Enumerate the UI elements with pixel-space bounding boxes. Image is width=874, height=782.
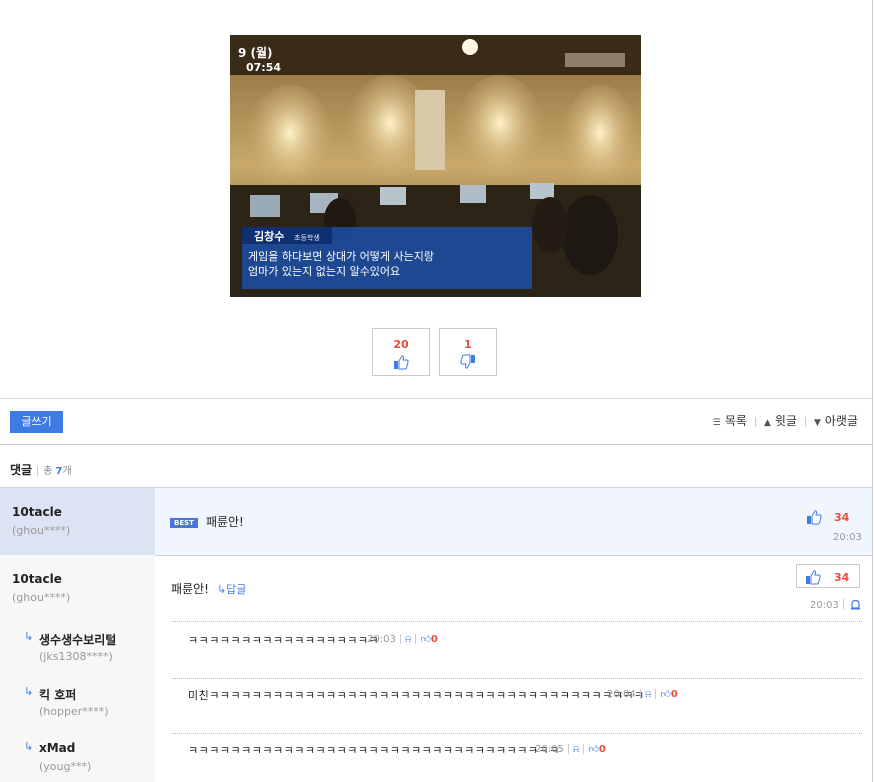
reply-time: 20:04 bbox=[607, 689, 636, 700]
comment-text: 패륜안! bbox=[171, 582, 209, 596]
comment-author-cell: 10tacle (ghou****) bbox=[0, 488, 155, 555]
reply-time: 20:03 bbox=[367, 634, 396, 645]
thumbs-up-icon[interactable]: 👍︎ bbox=[588, 743, 598, 755]
reply-nickname[interactable]: 킥 호퍼 bbox=[39, 686, 76, 703]
like-button[interactable]: 34 bbox=[796, 564, 860, 588]
reply-like-count: 0 bbox=[598, 744, 606, 755]
upvote-button[interactable]: 20 bbox=[372, 328, 430, 376]
divider bbox=[567, 744, 569, 754]
comments-title: 댓글 bbox=[10, 463, 33, 477]
comment-time: 20:03 bbox=[833, 532, 862, 543]
reply-meta: 20:04 ⍾ 👍︎0 bbox=[607, 688, 678, 701]
divider bbox=[37, 465, 39, 476]
reply-user-id: (youg***) bbox=[39, 760, 92, 773]
comments-total: 총 7개 bbox=[43, 466, 72, 477]
like-icon[interactable] bbox=[806, 509, 822, 525]
divider bbox=[843, 599, 844, 609]
list-link[interactable]: ☰ 목록 bbox=[713, 414, 747, 428]
thumbs-up-icon bbox=[806, 570, 821, 585]
next-post-link[interactable]: ▼ 아랫글 bbox=[814, 414, 858, 428]
prev-post-link[interactable]: ▲ 윗글 bbox=[764, 414, 797, 428]
reply-text: ㅋㅋㅋㅋㅋㅋㅋㅋㅋㅋㅋㅋㅋㅋㅋㅋㅋㅋ bbox=[188, 634, 380, 647]
divider bbox=[754, 416, 756, 427]
reply-meta: 20:03 ⍾ 👍︎0 bbox=[367, 633, 438, 646]
comment-author-cell: 10tacle (ghou****) bbox=[0, 555, 155, 621]
reply-nickname[interactable]: xMad bbox=[39, 741, 75, 755]
divider bbox=[583, 744, 585, 754]
comment-nickname[interactable]: 10tacle bbox=[12, 505, 62, 519]
next-post-label: 아랫글 bbox=[824, 414, 858, 428]
divider bbox=[804, 416, 806, 427]
pc-bang-scene-image: 9 (월) 07:54 김창수 초등학생 게임을 하다보면 상대가 어떻게 사는… bbox=[230, 35, 641, 297]
reply-link[interactable]: ↳답글 bbox=[217, 583, 246, 596]
total-suffix: 개 bbox=[62, 466, 72, 477]
reply-separator bbox=[172, 621, 862, 622]
comment-nickname[interactable]: 10tacle bbox=[12, 572, 62, 586]
divider bbox=[639, 689, 641, 699]
like-count: 34 bbox=[834, 511, 850, 524]
reply-text: 미친ㅋㅋㅋㅋㅋㅋㅋㅋㅋㅋㅋㅋㅋㅋㅋㅋㅋㅋㅋㅋㅋㅋㅋㅋㅋㅋㅋㅋㅋㅋㅋㅋㅋㅋㅋㅋㅋㅋ… bbox=[188, 689, 645, 702]
thumbs-up-icon[interactable]: 👍︎ bbox=[420, 633, 430, 645]
reply-like-count: 0 bbox=[670, 689, 678, 700]
report-bell-icon[interactable] bbox=[850, 599, 861, 611]
caption-name: 김창수 bbox=[254, 229, 284, 243]
reply-user-id: (hopper****) bbox=[39, 705, 109, 718]
best-badge: BEST bbox=[170, 517, 198, 528]
write-post-button[interactable]: 글쓰기 bbox=[10, 411, 63, 433]
prev-post-label: 윗글 bbox=[774, 414, 797, 428]
downvote-button[interactable]: 1 bbox=[439, 328, 497, 376]
board-toolbar: 글쓰기 ☰ 목록 ▲ 윗글 ▼ 아랫글 bbox=[0, 398, 872, 445]
reply-separator bbox=[172, 733, 862, 734]
reply-user-id: (jks1308****) bbox=[39, 650, 113, 663]
triangle-down-icon: ▼ bbox=[813, 418, 821, 428]
downvote-count: 1 bbox=[464, 338, 472, 351]
comment-body: 패륜안! ↳답글 bbox=[171, 580, 246, 597]
overlay-time: 07:54 bbox=[246, 61, 281, 74]
best-comment: 10tacle (ghou****) BEST 패륜안! 34 20:03 bbox=[0, 487, 872, 556]
divider bbox=[415, 634, 417, 644]
post-navigation: ☰ 목록 ▲ 윗글 ▼ 아랫글 bbox=[713, 412, 858, 429]
thumbs-down-icon bbox=[460, 354, 475, 369]
list-label: 목록 bbox=[724, 414, 747, 428]
reply-text: ㅋㅋㅋㅋㅋㅋㅋㅋㅋㅋㅋㅋㅋㅋㅋㅋㅋㅋㅋㅋㅋㅋㅋㅋㅋㅋㅋㅋㅋㅋㅋㅋㅋㅋㅋ bbox=[188, 744, 560, 757]
caption-line-2: 엄마가 있는지 없는지 알수있어요 bbox=[248, 264, 400, 278]
divider bbox=[655, 689, 657, 699]
reply-nickname[interactable]: 생수생수보리털 bbox=[39, 631, 116, 648]
comment-body: BEST 패륜안! bbox=[170, 513, 244, 530]
upvote-count: 20 bbox=[393, 338, 409, 351]
thumbs-up-icon[interactable]: 👍︎ bbox=[660, 688, 670, 700]
reply-meta: 20:05 ⍾ 👍︎0 bbox=[535, 743, 606, 756]
comment-user-id: (ghou****) bbox=[12, 591, 71, 604]
report-bell-icon[interactable]: ⍾ bbox=[645, 689, 652, 700]
comments-header: 댓글 총 7개 bbox=[10, 461, 72, 478]
report-bell-icon[interactable]: ⍾ bbox=[405, 634, 412, 645]
reply-arrow-icon: ↳ bbox=[24, 630, 34, 643]
divider bbox=[399, 634, 401, 644]
reply-time: 20:05 bbox=[535, 744, 564, 755]
caption-line-1: 게임을 하다보면 상대가 어떻게 사는지랑 bbox=[248, 249, 434, 263]
caption-role: 초등학생 bbox=[294, 233, 320, 242]
comment-item: 10tacle (ghou****) 패륜안! ↳답글 20:03 bbox=[0, 555, 872, 621]
total-prefix: 총 bbox=[43, 466, 53, 477]
news-image: 9 (월) 07:54 김창수 초등학생 게임을 하다보면 상대가 어떻게 사는… bbox=[230, 35, 641, 297]
comment-user-id: (ghou****) bbox=[12, 524, 71, 537]
reply-arrow-icon: ↳ bbox=[24, 685, 34, 698]
reply-arrow-icon: ↳ bbox=[24, 740, 34, 753]
like-count: 34 bbox=[834, 571, 850, 584]
reply-separator bbox=[172, 678, 862, 679]
report-bell-icon[interactable]: ⍾ bbox=[573, 744, 580, 755]
overlay-date: 9 (월) bbox=[238, 45, 273, 60]
list-icon: ☰ bbox=[712, 418, 721, 428]
triangle-up-icon: ▲ bbox=[763, 418, 771, 428]
comment-time: 20:03 bbox=[810, 600, 839, 611]
comment-text: 패륜안! bbox=[205, 515, 244, 529]
thumbs-up-icon bbox=[394, 355, 409, 370]
reply-like-count: 0 bbox=[430, 634, 438, 645]
